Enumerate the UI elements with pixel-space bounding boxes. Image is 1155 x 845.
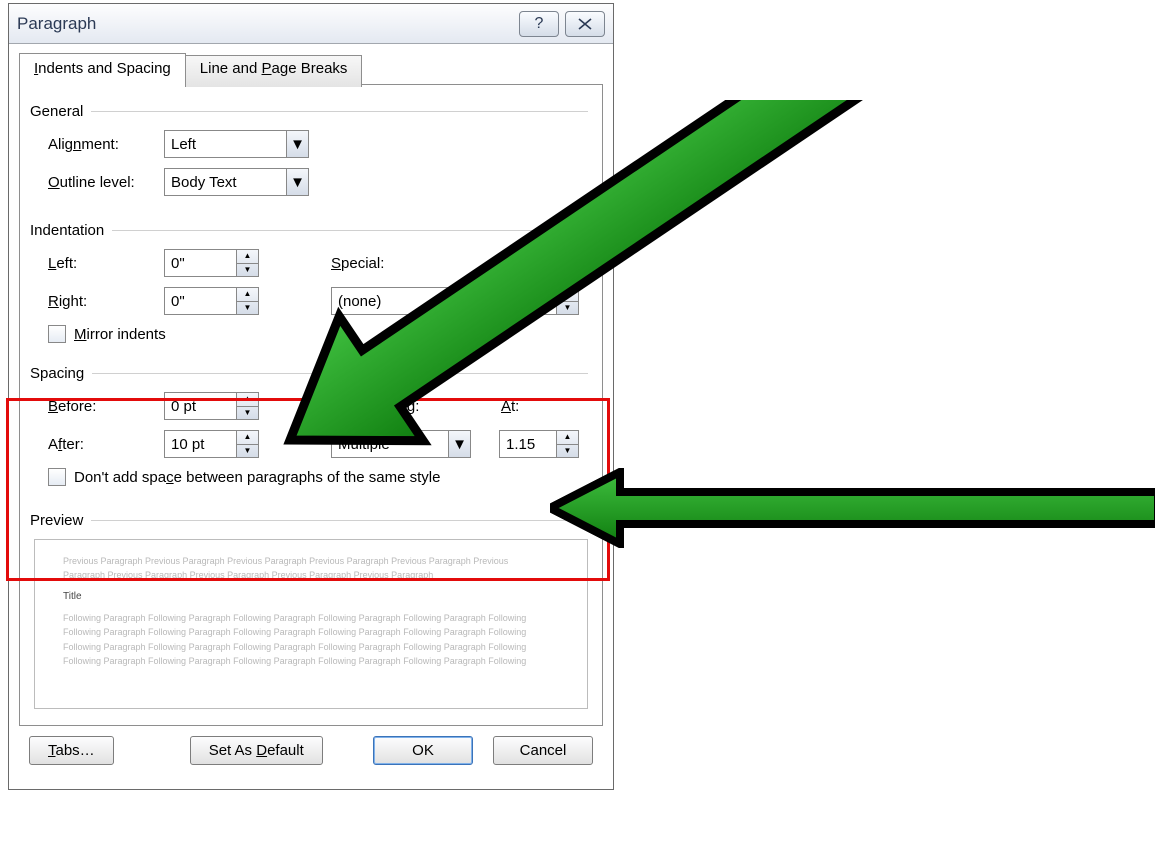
chevron-down-icon[interactable]: ▼ xyxy=(448,288,470,314)
line-spacing-combo[interactable]: Multiple ▼ xyxy=(331,430,471,458)
spacing-before-label: Before: xyxy=(34,398,164,415)
indent-left-spinner[interactable]: 0" ▲▼ xyxy=(164,249,259,277)
row-outline-level: Outline level: Body Text ▼ xyxy=(34,168,588,196)
tabs-button[interactable]: Tabs… xyxy=(29,736,114,765)
cancel-button[interactable]: Cancel xyxy=(493,736,593,765)
help-button[interactable]: ? xyxy=(519,11,559,37)
row-dont-add-space: Don't add space between paragraphs of th… xyxy=(34,468,588,486)
spinner-buttons[interactable]: ▲▼ xyxy=(556,288,578,314)
alignment-value: Left xyxy=(171,136,196,153)
spinner-buttons[interactable]: ▲▼ xyxy=(236,288,258,314)
indent-right-label: Right: xyxy=(34,293,164,310)
arrow-horizontal-icon xyxy=(550,468,1155,548)
row-indent-left: Left: 0" ▲▼ Special: By: xyxy=(34,249,588,277)
by-label: By: xyxy=(501,255,523,272)
dialog-buttons: Tabs… Set As Default OK Cancel xyxy=(19,726,603,777)
row-alignment: Alignment: Left ▼ xyxy=(34,130,588,158)
preview-follow-text: Following Paragraph Following Paragraph … xyxy=(63,625,559,639)
preview-follow-text: Following Paragraph Following Paragraph … xyxy=(63,640,559,654)
indent-left-value: 0" xyxy=(171,255,185,272)
at-value: 1.15 xyxy=(506,436,535,453)
line-spacing-label: Line spacing: xyxy=(331,398,501,415)
chevron-down-icon[interactable]: ▼ xyxy=(286,169,308,195)
preview-prev-text: Previous Paragraph Previous Paragraph Pr… xyxy=(63,554,559,568)
tab-indents-spacing[interactable]: Indents and Spacing xyxy=(19,53,186,85)
by-spinner[interactable]: ▲▼ xyxy=(499,287,579,315)
preview-follow-text: Following Paragraph Following Paragraph … xyxy=(63,611,559,625)
section-general: General xyxy=(30,103,588,120)
chevron-down-icon[interactable]: ▼ xyxy=(286,131,308,157)
row-mirror-indents: Mirror indents xyxy=(34,325,588,343)
close-button[interactable] xyxy=(565,11,605,37)
dont-add-space-checkbox[interactable] xyxy=(48,468,66,486)
section-spacing: Spacing xyxy=(30,365,588,382)
spinner-buttons[interactable]: ▲▼ xyxy=(236,431,258,457)
outline-level-combo[interactable]: Body Text ▼ xyxy=(164,168,309,196)
alignment-combo[interactable]: Left ▼ xyxy=(164,130,309,158)
indent-right-spinner[interactable]: 0" ▲▼ xyxy=(164,287,259,315)
paragraph-dialog: Paragraph ? Indents and Spacing Line and… xyxy=(8,3,614,790)
indent-right-value: 0" xyxy=(171,293,185,310)
line-spacing-value: Multiple xyxy=(338,436,390,453)
preview-box: Previous Paragraph Previous Paragraph Pr… xyxy=(34,539,588,709)
alignment-label: Alignment: xyxy=(34,136,164,153)
spacing-after-value: 10 pt xyxy=(171,436,204,453)
at-label: At: xyxy=(501,398,519,415)
spinner-buttons[interactable]: ▲▼ xyxy=(556,431,578,457)
indent-left-label: Left: xyxy=(34,255,164,272)
spacing-after-spinner[interactable]: 10 pt ▲▼ xyxy=(164,430,259,458)
special-combo[interactable]: (none) ▼ xyxy=(331,287,471,315)
preview-prev-text: Paragraph Previous Paragraph Previous Pa… xyxy=(63,568,559,582)
dont-add-space-label: Don't add space between paragraphs of th… xyxy=(74,469,440,486)
spinner-buttons[interactable]: ▲▼ xyxy=(236,393,258,419)
titlebar: Paragraph ? xyxy=(9,4,613,44)
row-spacing-after: After: 10 pt ▲▼ Multiple ▼ 1.15 ▲▼ xyxy=(34,430,588,458)
spacing-before-spinner[interactable]: 0 pt ▲▼ xyxy=(164,392,259,420)
tab-panel: General Alignment: Left ▼ Outline level:… xyxy=(19,84,603,726)
section-preview: Preview xyxy=(30,512,588,529)
mirror-indents-checkbox[interactable] xyxy=(48,325,66,343)
special-label: Special: xyxy=(331,255,501,272)
spinner-buttons[interactable]: ▲▼ xyxy=(236,250,258,276)
outline-level-value: Body Text xyxy=(171,174,237,191)
preview-sample: Title xyxy=(63,589,559,605)
mirror-indents-label: Mirror indents xyxy=(74,326,166,343)
tab-line-page-breaks[interactable]: Line and Page Breaks xyxy=(185,55,363,87)
tab-strip: Indents and Spacing Line and Page Breaks xyxy=(19,52,603,84)
chevron-down-icon[interactable]: ▼ xyxy=(448,431,470,457)
preview-follow-text: Following Paragraph Following Paragraph … xyxy=(63,654,559,668)
at-spinner[interactable]: 1.15 ▲▼ xyxy=(499,430,579,458)
row-spacing-before: Before: 0 pt ▲▼ Line spacing: At: xyxy=(34,392,588,420)
row-indent-right: Right: 0" ▲▼ (none) ▼ ▲▼ xyxy=(34,287,588,315)
ok-button[interactable]: OK xyxy=(373,736,473,765)
set-default-button[interactable]: Set As Default xyxy=(190,736,323,765)
special-value: (none) xyxy=(338,293,381,310)
outline-level-label: Outline level: xyxy=(34,174,164,191)
section-indentation: Indentation xyxy=(30,222,588,239)
dialog-body: Indents and Spacing Line and Page Breaks… xyxy=(9,44,613,789)
spacing-after-label: After: xyxy=(34,436,164,453)
spacing-before-value: 0 pt xyxy=(171,398,196,415)
dialog-title: Paragraph xyxy=(17,14,513,34)
